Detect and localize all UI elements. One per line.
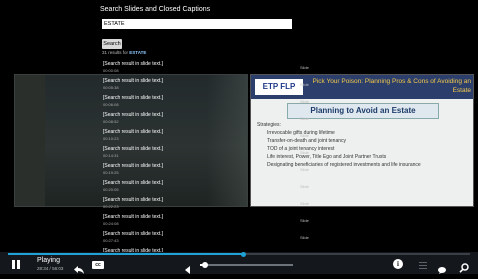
search-result-item[interactable]: [Search result in slide text.] 00:05:38 Sl… bbox=[100, 77, 325, 94]
search-result-item[interactable]: [Search result in slide text.] 00:27:43 Sl… bbox=[100, 230, 325, 247]
search-result-type: Slide bbox=[300, 116, 309, 121]
time-current: 28:34 bbox=[37, 266, 49, 271]
search-result-type: Slide bbox=[300, 235, 309, 240]
search-result-time: 00:19:25 bbox=[103, 170, 119, 175]
search-result-time: 00:14:31 bbox=[103, 153, 119, 158]
back-icon[interactable] bbox=[74, 261, 84, 274]
search-result-text: [Search result in slide text.] bbox=[103, 61, 164, 67]
search-result-text: [Search result in slide text.] bbox=[103, 231, 164, 237]
search-result-time: 00:24:08 bbox=[103, 221, 119, 226]
search-result-type: Slide bbox=[300, 99, 309, 104]
search-result-time: 00:22:23 bbox=[103, 204, 119, 209]
search-result-type: Slide bbox=[300, 167, 309, 172]
search-result-time: 00:08:52 bbox=[103, 119, 119, 124]
search-panel-title: Search Slides and Closed Captions bbox=[100, 6, 211, 13]
progress-fill bbox=[8, 253, 244, 255]
search-result-type: Slide bbox=[300, 65, 309, 70]
search-button[interactable]: Search bbox=[102, 39, 122, 49]
search-result-text: [Search result in slide text.] bbox=[103, 112, 164, 118]
search-result-type: Slide bbox=[300, 201, 309, 206]
progress-bar[interactable] bbox=[8, 251, 470, 257]
search-result-type: Slide bbox=[300, 184, 309, 189]
search-panel: Search Slides and Closed Captions Search… bbox=[100, 6, 300, 55]
search-result-type: Slide bbox=[300, 82, 309, 87]
list-icon[interactable] bbox=[419, 261, 427, 269]
search-result-text: [Search result in slide text.] bbox=[103, 163, 164, 169]
search-result-time: 00:27:43 bbox=[103, 238, 119, 243]
search-result-time: 00:00:08 bbox=[103, 68, 119, 73]
search-result-type: Slide bbox=[300, 150, 309, 155]
volume-icon[interactable] bbox=[184, 261, 190, 274]
search-result-text: [Search result in slide text.] bbox=[103, 180, 164, 186]
search-icon[interactable] bbox=[459, 260, 469, 273]
search-result-type: Slide bbox=[300, 218, 309, 223]
search-result-item[interactable]: [Search result in slide text.] 00:14:31 Sl… bbox=[100, 145, 325, 162]
progress-knob[interactable] bbox=[241, 251, 247, 257]
search-result-type: Slide bbox=[300, 133, 309, 138]
info-icon[interactable]: i bbox=[393, 259, 403, 269]
search-result-item[interactable]: [Search result in slide text.] 00:10:23 Sl… bbox=[100, 128, 325, 145]
results-count-prefix: 31 results for bbox=[102, 50, 129, 55]
search-result-item[interactable]: [Search result in slide text.] 00:19:25 Sl… bbox=[100, 162, 325, 179]
search-result-time: 00:06:08 bbox=[103, 102, 119, 107]
search-result-item[interactable]: [Search result in slide text.] 00:20:05 Sl… bbox=[100, 179, 325, 196]
player-control-bar: Playing 28:34 / 56:03 cc i bbox=[0, 251, 478, 274]
search-result-text: [Search result in slide text.] bbox=[103, 214, 164, 220]
search-result-item[interactable]: [Search result in slide text.] 00:24:08 Sl… bbox=[100, 213, 325, 230]
volume-slider[interactable] bbox=[200, 262, 293, 268]
search-result-text: [Search result in slide text.] bbox=[103, 197, 164, 203]
search-result-time: 00:10:23 bbox=[103, 136, 119, 141]
slide-header-title: Pick Your Poison: Planning Pros & Cons o… bbox=[312, 78, 471, 94]
search-results-list[interactable]: [Search result in slide text.] 00:00:08 Sl… bbox=[100, 60, 325, 252]
search-result-text: [Search result in slide text.] bbox=[103, 78, 164, 84]
search-result-text: [Search result in slide text.] bbox=[103, 146, 164, 152]
pause-icon[interactable] bbox=[12, 260, 20, 270]
time-display: 28:34 / 56:03 bbox=[37, 266, 63, 271]
time-separator: / bbox=[49, 266, 51, 271]
volume-knob[interactable] bbox=[201, 262, 208, 268]
cc-icon[interactable]: cc bbox=[92, 261, 104, 269]
time-total: 56:03 bbox=[52, 266, 64, 271]
search-result-time: 00:20:05 bbox=[103, 187, 119, 192]
results-count: 31 results for ESTATE bbox=[102, 50, 146, 55]
search-result-item[interactable]: [Search result in slide text.] 00:22:23 Sl… bbox=[100, 196, 325, 213]
player-stage: ETP FLP Pick Your Poison: Planning Pros … bbox=[0, 0, 478, 252]
search-input[interactable] bbox=[102, 19, 292, 29]
search-result-item[interactable]: [Search result in slide text.] 00:06:08 Sl… bbox=[100, 94, 325, 111]
search-result-item[interactable]: [Search result in slide text.] 00:00:08 Sl… bbox=[100, 60, 325, 77]
playback-status: Playing bbox=[37, 257, 60, 264]
video-background-door bbox=[15, 75, 45, 206]
search-result-text: [Search result in slide text.] bbox=[103, 129, 164, 135]
results-count-term: ESTATE bbox=[129, 50, 147, 55]
chat-icon[interactable] bbox=[438, 261, 446, 274]
search-result-text: [Search result in slide text.] bbox=[103, 95, 164, 101]
search-result-item[interactable]: [Search result in slide text.] 00:08:52 Sl… bbox=[100, 111, 325, 128]
search-result-time: 00:05:38 bbox=[103, 85, 119, 90]
